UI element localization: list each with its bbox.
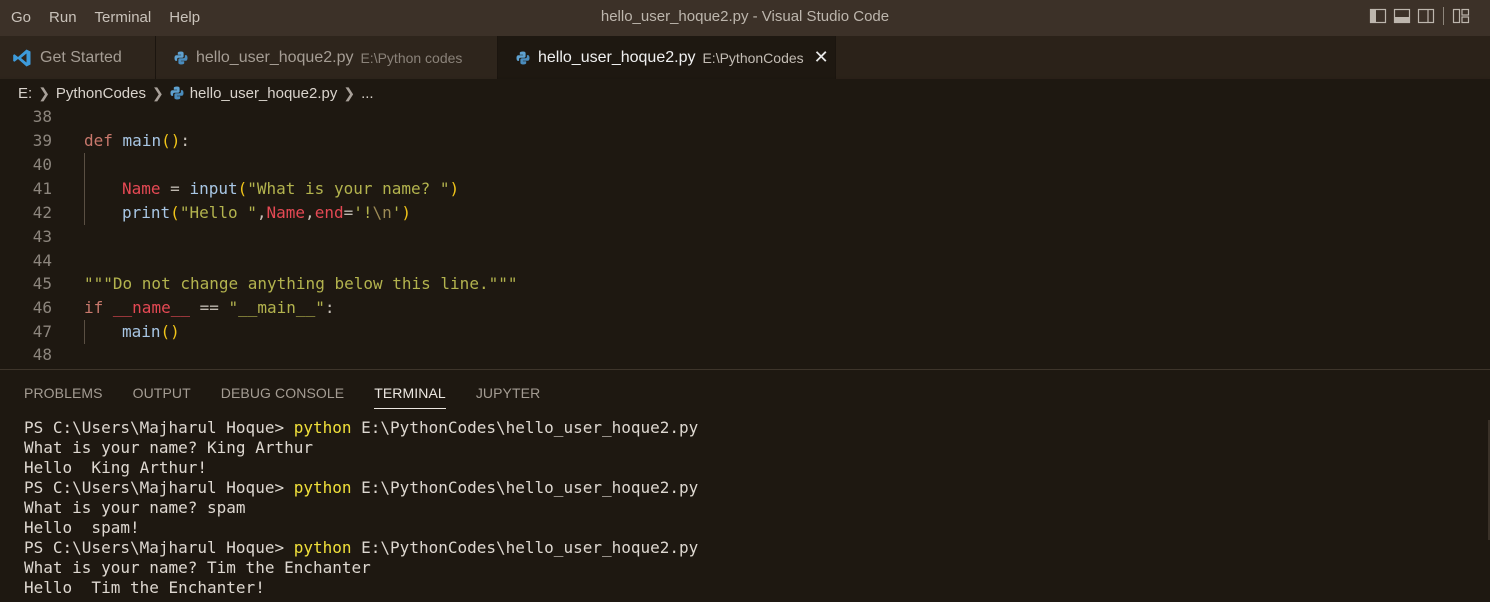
breadcrumb-file[interactable]: hello_user_hoque2.py [190,85,338,102]
tab-hello-user-pythoncodes[interactable]: hello_user_hoque2.py E:\PythonCodes ✕ [498,36,836,79]
python-icon [170,86,184,100]
breadcrumb: E: ❯ PythonCodes ❯ hello_user_hoque2.py … [0,79,1490,107]
indent-guide [84,320,85,344]
line-number: 44 [32,251,52,270]
code-text: print("Hello ",Name,end='!\n') [122,203,412,222]
panel-tab-bar: PROBLEMS OUTPUT DEBUG CONSOLE TERMINAL J… [24,385,540,409]
layout-controls [1369,7,1470,25]
tab-problems[interactable]: PROBLEMS [24,385,103,409]
tab-debug-console[interactable]: DEBUG CONSOLE [221,385,344,409]
terminal-output-line: Hello Tim the Enchanter! [24,578,265,597]
vscode-icon [12,48,32,68]
title-bar: Go Run Terminal Help hello_user_hoque2.p… [0,0,1490,36]
chevron-right-icon: ❯ [343,84,356,101]
terminal-output-line: Hello King Arthur! [24,458,208,477]
terminal-output-line: What is your name? King Arthur [24,438,313,457]
toggle-secondary-sidebar-icon[interactable] [1417,7,1435,25]
line-number: 41 [32,179,52,198]
line-number: 42 [32,203,52,222]
terminal-output-line: What is your name? spam [24,498,246,517]
terminal-output-line: What is your name? Tim the Enchanter [24,558,371,577]
tab-hello-user-python-codes[interactable]: hello_user_hoque2.py E:\Python codes [156,36,498,79]
window-title: hello_user_hoque2.py - Visual Studio Cod… [600,8,890,25]
menu-help[interactable]: Help [160,0,209,36]
code-text: main() [122,322,180,341]
breadcrumb-drive[interactable]: E: [18,85,32,102]
code-editor[interactable]: 38 39 def main(): 40 41 Name = input("What… [0,107,1490,369]
menu-run[interactable]: Run [40,0,86,36]
code-text: if __name__ == "__main__": [84,298,335,317]
line-number: 43 [32,227,52,246]
terminal-command-line: PS C:\Users\Majharul Hoque> python E:\Py… [24,538,699,557]
terminal-output[interactable]: PS C:\Users\Majharul Hoque> python E:\Py… [24,418,698,598]
menu-bar: Go Run Terminal Help [0,0,209,36]
line-number: 38 [32,107,52,126]
terminal-output-line: Hello spam! [24,518,140,537]
tab-output[interactable]: OUTPUT [133,385,191,409]
code-text: def main(): [84,131,190,150]
tab-label: hello_user_hoque2.py [196,48,354,66]
terminal-command-line: PS C:\Users\Majharul Hoque> python E:\Py… [24,418,699,437]
line-number: 47 [32,322,52,341]
customize-layout-icon[interactable] [1452,7,1470,25]
tab-terminal[interactable]: TERMINAL [374,385,446,409]
line-number: 39 [32,131,52,150]
breadcrumb-symbols[interactable]: ... [361,85,374,102]
tab-get-started[interactable]: Get Started [0,36,156,79]
python-icon [174,51,188,65]
menu-go[interactable]: Go [2,0,40,36]
terminal-command-line: PS C:\Users\Majharul Hoque> python E:\Py… [24,478,699,497]
tab-label: hello_user_hoque2.py [538,48,696,66]
toggle-panel-icon[interactable] [1393,7,1411,25]
bottom-panel: PROBLEMS OUTPUT DEBUG CONSOLE TERMINAL J… [0,369,1490,602]
tab-description: E:\Python codes [360,49,463,66]
line-number: 40 [32,155,52,174]
python-icon [516,51,530,65]
code-text: Name = input("What is your name? ") [122,179,460,198]
code-text: """Do not change anything below this lin… [84,274,518,293]
editor-tab-bar: Get Started hello_user_hoque2.py E:\Pyth… [0,36,1490,79]
tab-description: E:\PythonCodes [702,49,804,66]
breadcrumb-folder[interactable]: PythonCodes [56,85,146,102]
line-number: 45 [32,274,52,293]
close-tab-icon[interactable]: ✕ [814,47,829,68]
layout-separator [1443,7,1444,25]
indent-guide [84,153,85,225]
line-number: 46 [32,298,52,317]
chevron-right-icon: ❯ [151,84,164,101]
line-number: 48 [32,345,52,364]
menu-terminal[interactable]: Terminal [86,0,161,36]
tab-jupyter[interactable]: JUPYTER [476,385,541,409]
chevron-right-icon: ❯ [38,84,50,101]
toggle-primary-sidebar-icon[interactable] [1369,7,1387,25]
tab-label: Get Started [40,48,122,66]
